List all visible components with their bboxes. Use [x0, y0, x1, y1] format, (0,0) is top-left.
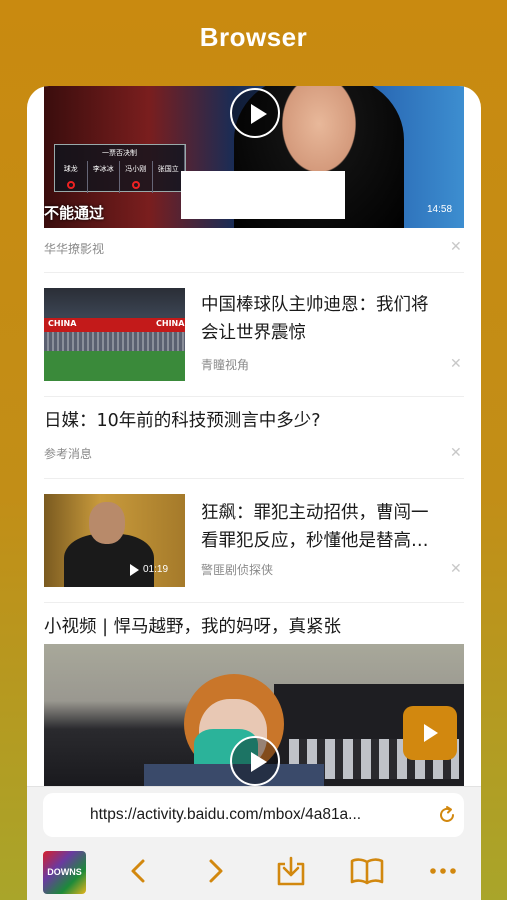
- redacted-block: [181, 171, 345, 219]
- more-icon[interactable]: [423, 851, 463, 891]
- browser-bottom-bar: https://activity.baidu.com/mbox/4a81a...…: [27, 786, 481, 900]
- close-icon[interactable]: ✕: [450, 239, 462, 255]
- news-feed[interactable]: 一票否决制 球龙 李冰冰 冯小刚 张国立 不能通过 14:58 华华撩影视 ✕ …: [27, 86, 481, 786]
- article-headline[interactable]: 中国棒球队主帅迪恩：我们将 会让世界震惊: [201, 291, 465, 347]
- news-source: 青瞳视角: [201, 358, 250, 372]
- video-duration: 01:19: [143, 564, 169, 575]
- board-name: 球龙: [55, 161, 88, 177]
- app-title: Browser: [199, 22, 308, 52]
- url-text[interactable]: https://activity.baidu.com/mbox/4a81a...: [90, 806, 430, 824]
- video-duration: 14:58: [427, 204, 453, 215]
- board-name: 李冰冰: [88, 161, 120, 177]
- china-banner: CHINA CHINA: [44, 318, 185, 332]
- play-icon[interactable]: [230, 88, 280, 138]
- floating-play-button[interactable]: [403, 706, 457, 760]
- forward-icon[interactable]: [195, 851, 235, 891]
- vote-dot-icon: [66, 181, 75, 189]
- vote-board: 一票否决制 球龙 李冰冰 冯小刚 张国立: [54, 144, 186, 193]
- video-overlay-text: 不能通过: [44, 204, 105, 222]
- board-header: 一票否决制: [55, 145, 185, 161]
- news-source: 警匪剧侦探侠: [201, 563, 274, 577]
- play-icon: [130, 564, 139, 576]
- video-headline[interactable]: 小视频 | 悍马越野，我的妈呀，真紧张: [44, 613, 464, 641]
- divider: [44, 272, 464, 273]
- back-icon[interactable]: [119, 851, 159, 891]
- download-icon[interactable]: [271, 851, 311, 891]
- article-headline[interactable]: 日媒：10年前的科技预测言中多少?: [44, 407, 464, 435]
- bookmarks-icon[interactable]: [347, 851, 387, 891]
- video-thumbnail[interactable]: 一票否决制 球龙 李冰冰 冯小刚 张国立 不能通过 14:58: [44, 86, 464, 228]
- reload-icon[interactable]: [437, 805, 457, 825]
- divider: [44, 602, 464, 603]
- video-thumbnail[interactable]: [44, 644, 464, 786]
- news-source: 参考消息: [44, 447, 93, 461]
- board-name: 冯小刚: [120, 161, 153, 177]
- article-headline[interactable]: 狂飙：罪犯主动招供，曹闯一 看罪犯反应，秒懂他是替高…: [201, 499, 465, 555]
- news-source: 华华撩影视: [44, 242, 105, 256]
- address-bar[interactable]: https://activity.baidu.com/mbox/4a81a...: [43, 793, 464, 837]
- vote-dot-icon: [131, 181, 140, 189]
- browser-window: 一票否决制 球龙 李冰冰 冯小刚 张国立 不能通过 14:58 华华撩影视 ✕ …: [27, 86, 481, 900]
- play-icon[interactable]: [230, 736, 280, 786]
- divider: [44, 396, 464, 397]
- toolbar: [27, 847, 481, 897]
- article-thumbnail[interactable]: 01:19: [44, 494, 185, 587]
- article-thumbnail[interactable]: CHINA CHINA: [44, 288, 185, 381]
- close-icon[interactable]: ✕: [450, 356, 462, 372]
- close-icon[interactable]: ✕: [450, 561, 462, 577]
- divider: [44, 478, 464, 479]
- close-icon[interactable]: ✕: [450, 445, 462, 461]
